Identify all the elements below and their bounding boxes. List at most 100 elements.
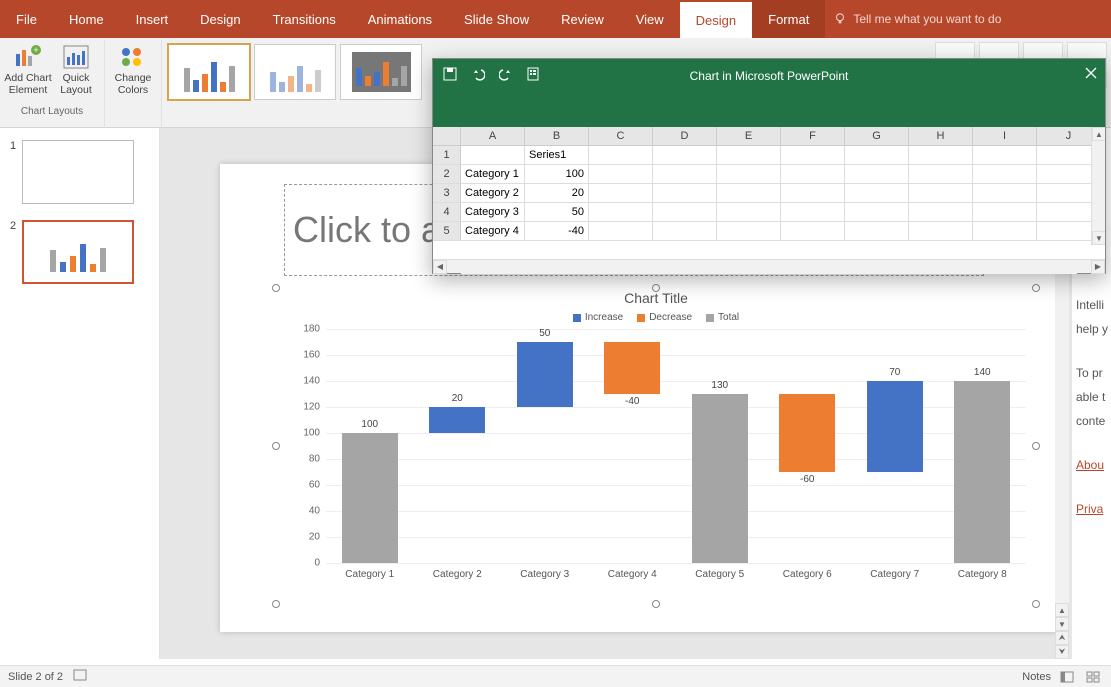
- grid-cell[interactable]: -40: [525, 222, 589, 240]
- chart-bar[interactable]: 70: [867, 381, 923, 472]
- quick-layout-button[interactable]: Quick Layout: [52, 40, 100, 108]
- grid-cell[interactable]: [845, 165, 909, 183]
- peek-about-link[interactable]: Abou: [1076, 458, 1111, 472]
- grid-cell[interactable]: [717, 165, 781, 183]
- grid-cell[interactable]: [909, 203, 973, 221]
- grid-cell[interactable]: [845, 184, 909, 202]
- grid-cell[interactable]: Series1: [525, 146, 589, 164]
- grid-row[interactable]: 5Category 4-40: [433, 222, 1105, 241]
- scroll-up-icon[interactable]: ▲: [1092, 127, 1105, 141]
- chart-data-window[interactable]: Chart in Microsoft PowerPoint ABCDEFGHIJ…: [432, 58, 1106, 274]
- close-button[interactable]: [1085, 67, 1097, 82]
- slide-thumb-2[interactable]: [22, 220, 134, 284]
- grid-cell[interactable]: [781, 184, 845, 202]
- grid-cell[interactable]: [717, 203, 781, 221]
- tab-review[interactable]: Review: [545, 0, 620, 38]
- chart-bar[interactable]: -40: [604, 342, 660, 394]
- scroll-right-icon[interactable]: ▶: [1091, 260, 1105, 274]
- grid-cell[interactable]: Category 3: [461, 203, 525, 221]
- scroll-up-icon[interactable]: ▲: [1055, 603, 1069, 617]
- chart-legend[interactable]: Increase Decrease Total: [276, 312, 1036, 323]
- selection-handle[interactable]: [652, 600, 660, 608]
- grid-row[interactable]: 1 Series1: [433, 146, 1105, 165]
- tab-slideshow[interactable]: Slide Show: [448, 0, 545, 38]
- spell-check-icon[interactable]: [73, 669, 87, 684]
- grid-cell[interactable]: [909, 165, 973, 183]
- grid-cell[interactable]: [845, 203, 909, 221]
- grid-cell[interactable]: [589, 184, 653, 202]
- grid-cell[interactable]: [781, 146, 845, 164]
- chart-bar[interactable]: 50: [517, 342, 573, 407]
- grid-cell[interactable]: [845, 146, 909, 164]
- add-chart-element-button[interactable]: + Add Chart Element: [4, 40, 52, 108]
- chart-styles-gallery[interactable]: [162, 40, 424, 100]
- column-header[interactable]: E: [717, 127, 781, 145]
- chart-style-2[interactable]: [254, 44, 336, 100]
- chart-plot-area[interactable]: 0204060801001201401601801002050-40130-60…: [326, 329, 1026, 563]
- slide-thumbnail-panel[interactable]: 1 2: [0, 128, 160, 659]
- row-header[interactable]: 4: [433, 203, 461, 221]
- prev-slide-icon[interactable]: ⮝: [1055, 631, 1069, 645]
- scroll-down-icon[interactable]: ▼: [1092, 231, 1105, 245]
- grid-cell[interactable]: [781, 203, 845, 221]
- chart-bar[interactable]: -60: [779, 394, 835, 472]
- sorter-view-icon[interactable]: [1083, 669, 1103, 685]
- grid-cell[interactable]: 20: [525, 184, 589, 202]
- column-header[interactable]: I: [973, 127, 1037, 145]
- grid-cell[interactable]: [653, 203, 717, 221]
- row-header[interactable]: 5: [433, 222, 461, 240]
- chart-bar[interactable]: 130: [692, 394, 748, 563]
- row-header[interactable]: 1: [433, 146, 461, 164]
- grid-vertical-scrollbar[interactable]: ▲ ▼: [1091, 127, 1105, 245]
- tab-format[interactable]: Format: [752, 0, 825, 38]
- redo-icon[interactable]: [499, 67, 513, 81]
- grid-cell[interactable]: [973, 165, 1037, 183]
- chart-bar[interactable]: 140: [954, 381, 1010, 563]
- column-header[interactable]: A: [461, 127, 525, 145]
- chart-object[interactable]: Chart Title Increase Decrease Total 0204…: [276, 288, 1036, 604]
- tell-me-search[interactable]: Tell me what you want to do: [825, 0, 1017, 38]
- undo-icon[interactable]: [471, 67, 485, 81]
- chart-style-1[interactable]: [168, 44, 250, 100]
- tab-transitions[interactable]: Transitions: [257, 0, 352, 38]
- column-header[interactable]: F: [781, 127, 845, 145]
- grid-cell[interactable]: [717, 146, 781, 164]
- row-header[interactable]: 3: [433, 184, 461, 202]
- row-header[interactable]: 2: [433, 165, 461, 183]
- grid-cell[interactable]: [653, 184, 717, 202]
- selection-handle[interactable]: [272, 600, 280, 608]
- tab-insert[interactable]: Insert: [120, 0, 185, 38]
- chart-style-3[interactable]: [340, 44, 422, 100]
- column-header[interactable]: D: [653, 127, 717, 145]
- column-header[interactable]: H: [909, 127, 973, 145]
- grid-cell[interactable]: [589, 146, 653, 164]
- tab-view[interactable]: View: [620, 0, 680, 38]
- grid-cell[interactable]: [717, 184, 781, 202]
- grid-row[interactable]: 2Category 1100: [433, 165, 1105, 184]
- grid-horizontal-scrollbar[interactable]: ◀ ▶: [433, 259, 1105, 273]
- scroll-left-icon[interactable]: ◀: [433, 260, 447, 274]
- next-slide-icon[interactable]: ⮟: [1055, 645, 1069, 659]
- grid-cell[interactable]: [589, 165, 653, 183]
- grid-cell[interactable]: [781, 222, 845, 240]
- grid-cell[interactable]: [781, 165, 845, 183]
- grid-cell[interactable]: 100: [525, 165, 589, 183]
- notes-button[interactable]: Notes: [1022, 671, 1051, 683]
- tab-design[interactable]: Design: [184, 0, 256, 38]
- grid-cell[interactable]: [973, 184, 1037, 202]
- grid-cell[interactable]: [973, 203, 1037, 221]
- grid-cell[interactable]: [845, 222, 909, 240]
- chart-bar[interactable]: 100: [342, 433, 398, 563]
- grid-cell[interactable]: [909, 184, 973, 202]
- tab-animations[interactable]: Animations: [352, 0, 448, 38]
- chart-title[interactable]: Chart Title: [276, 290, 1036, 306]
- grid-cell[interactable]: [909, 222, 973, 240]
- tab-home[interactable]: Home: [53, 0, 120, 38]
- column-header[interactable]: C: [589, 127, 653, 145]
- grid-cell[interactable]: [653, 222, 717, 240]
- save-icon[interactable]: [443, 67, 457, 81]
- scroll-down-icon[interactable]: ▼: [1055, 617, 1069, 631]
- spreadsheet-grid[interactable]: ABCDEFGHIJ 1Series12Category 11003Catego…: [433, 127, 1105, 259]
- grid-cell[interactable]: [653, 146, 717, 164]
- edit-data-icon[interactable]: [527, 67, 543, 81]
